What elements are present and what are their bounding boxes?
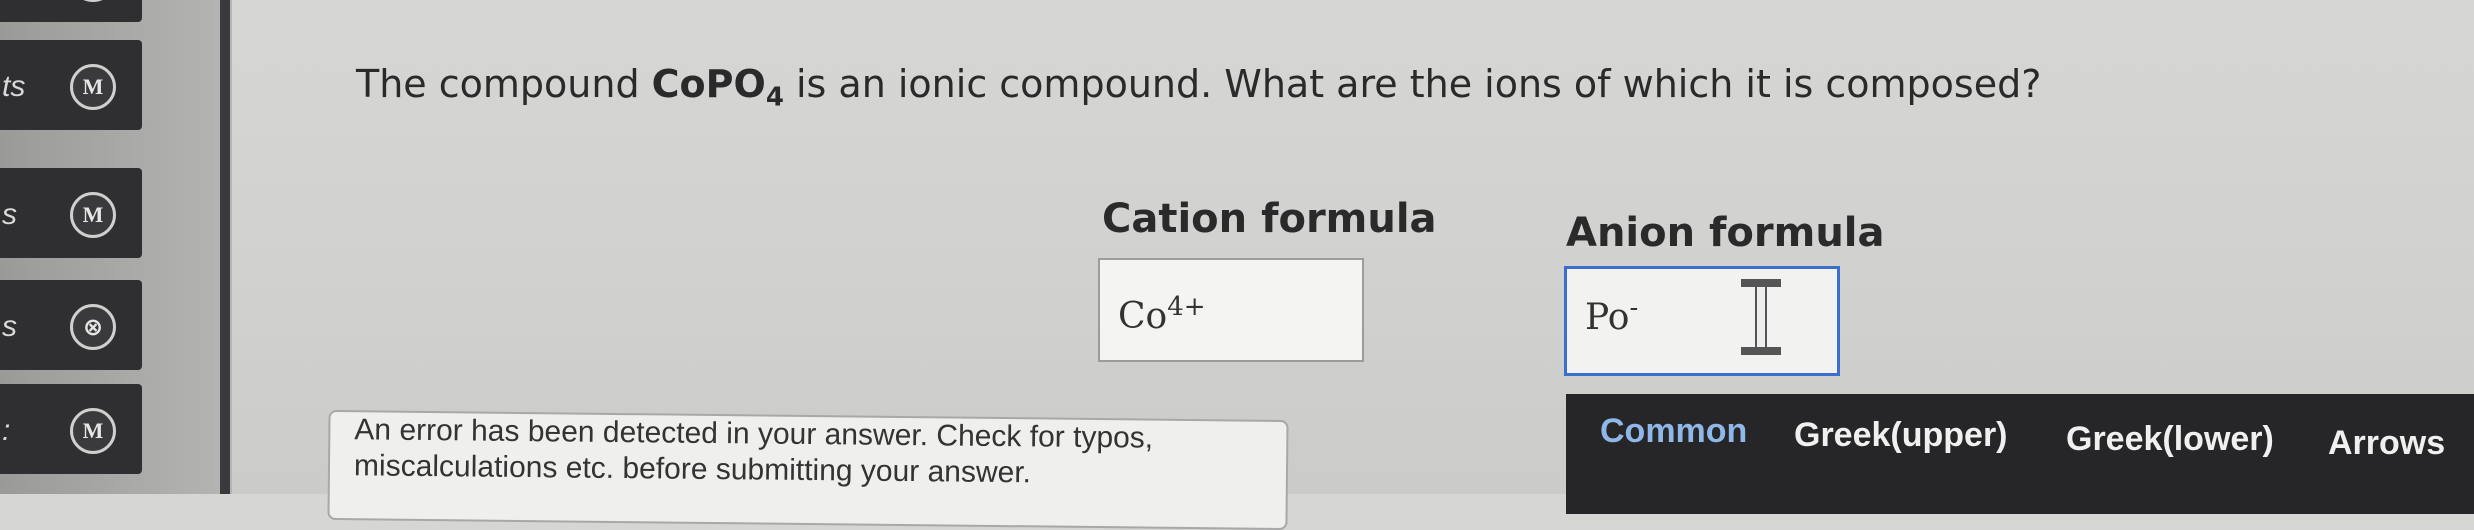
sidebar-divider [220,0,230,494]
sidebar-item-label: : [2,414,11,447]
anion-heading: Anion formula [1566,210,1885,256]
cation-value: Co4+ [1118,292,1206,337]
sidebar-item-label: s [2,310,17,343]
status-badge-icon: M [70,0,116,2]
tab-greek-lower[interactable]: Greek(lower) [2066,420,2274,459]
sidebar-item-3[interactable]: s M [0,168,142,258]
cation-symbol: Co [1118,296,1168,337]
symbol-palette: Common Greek(upper) Greek(lower) Arrows [1566,394,2474,514]
tab-common[interactable]: Common [1600,412,1747,451]
compound-formula: CoPO4 [651,62,784,113]
sidebar-item-label: ts [2,70,26,103]
anion-value: Po- [1585,293,1638,338]
status-badge-icon: M [70,64,116,110]
sidebar-item-4[interactable]: s ⊗ [0,280,142,370]
question-prefix: The compound [356,62,652,106]
tab-arrows[interactable]: Arrows [2328,424,2445,463]
cation-charge: 4+ [1167,292,1206,322]
question-text: The compound CoPO4 is an ionic compound.… [356,62,2041,113]
text-cursor-icon [1741,279,1781,355]
compound-name: CoPO [651,62,766,106]
assignment-sidebar: ts M ts M s M s ⊗ : M [0,0,232,494]
anion-symbol: Po [1585,297,1630,338]
status-badge-icon: M [70,192,116,238]
question-suffix: is an ionic compound. What are the ions … [783,62,2042,106]
sidebar-item-1[interactable]: ts M [0,0,142,22]
sidebar-item-2[interactable]: ts M [0,40,142,130]
cation-input[interactable]: Co4+ [1098,258,1364,362]
status-badge-icon: M [70,408,116,454]
anion-charge: - [1629,293,1639,323]
error-message: An error has been detected in your answe… [327,409,1289,530]
sidebar-item-5[interactable]: : M [0,384,142,474]
anion-input[interactable]: Po- [1564,266,1840,376]
compound-subscript: 4 [765,82,784,113]
cation-heading: Cation formula [1102,196,1437,242]
sidebar-item-label: s [2,198,17,231]
incorrect-icon: ⊗ [70,304,116,350]
tab-greek-upper[interactable]: Greek(upper) [1794,416,2008,455]
